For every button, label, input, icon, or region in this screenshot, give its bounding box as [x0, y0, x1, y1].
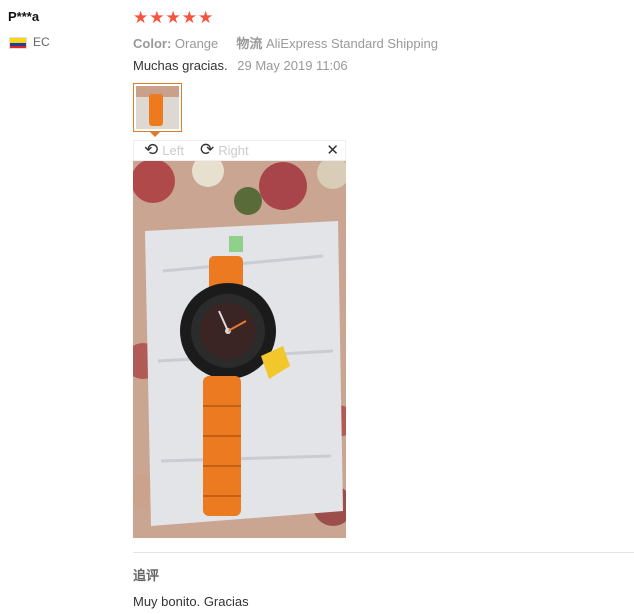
shipping-label: 物流 [236, 36, 263, 51]
review-photo-large [133, 161, 346, 538]
review-body: Muchas gracias. 29 May 2019 11:06 [133, 58, 348, 73]
followup-label: 追评 [133, 568, 160, 583]
reviewer-name: P***a [8, 9, 40, 24]
country-flag-icon [9, 37, 27, 49]
color-value: Orange [174, 36, 219, 51]
color-label: Color: [133, 36, 172, 51]
followup-text: Muy bonito. Gracias [133, 594, 249, 609]
close-icon[interactable]: ✕ [326, 142, 339, 160]
review-meta: Color: Orange 物流 AliExpress Standard Shi… [133, 33, 438, 52]
photo-thumbnail[interactable] [133, 83, 182, 132]
thumbnail-selected-caret [149, 131, 161, 137]
rotate-right-button[interactable]: ⟳ Right [200, 140, 249, 159]
rotate-left-button[interactable]: ⟲ Left [144, 140, 184, 159]
image-viewer-toolbar: ⟲ Left ⟳ Right ✕ [133, 140, 346, 161]
star-rating: ★★★★★ [133, 8, 215, 27]
country-code: EC [33, 35, 50, 49]
review-text: Muchas gracias. [133, 58, 228, 73]
rotate-cw-icon: ⟳ [200, 140, 215, 159]
review-date: 29 May 2019 11:06 [237, 58, 348, 73]
shipping-value: AliExpress Standard Shipping [265, 36, 438, 51]
rotate-left-label: Left [162, 142, 184, 158]
rotate-ccw-icon: ⟲ [144, 140, 159, 159]
rotate-right-label: Right [218, 142, 249, 158]
section-divider [133, 552, 634, 553]
